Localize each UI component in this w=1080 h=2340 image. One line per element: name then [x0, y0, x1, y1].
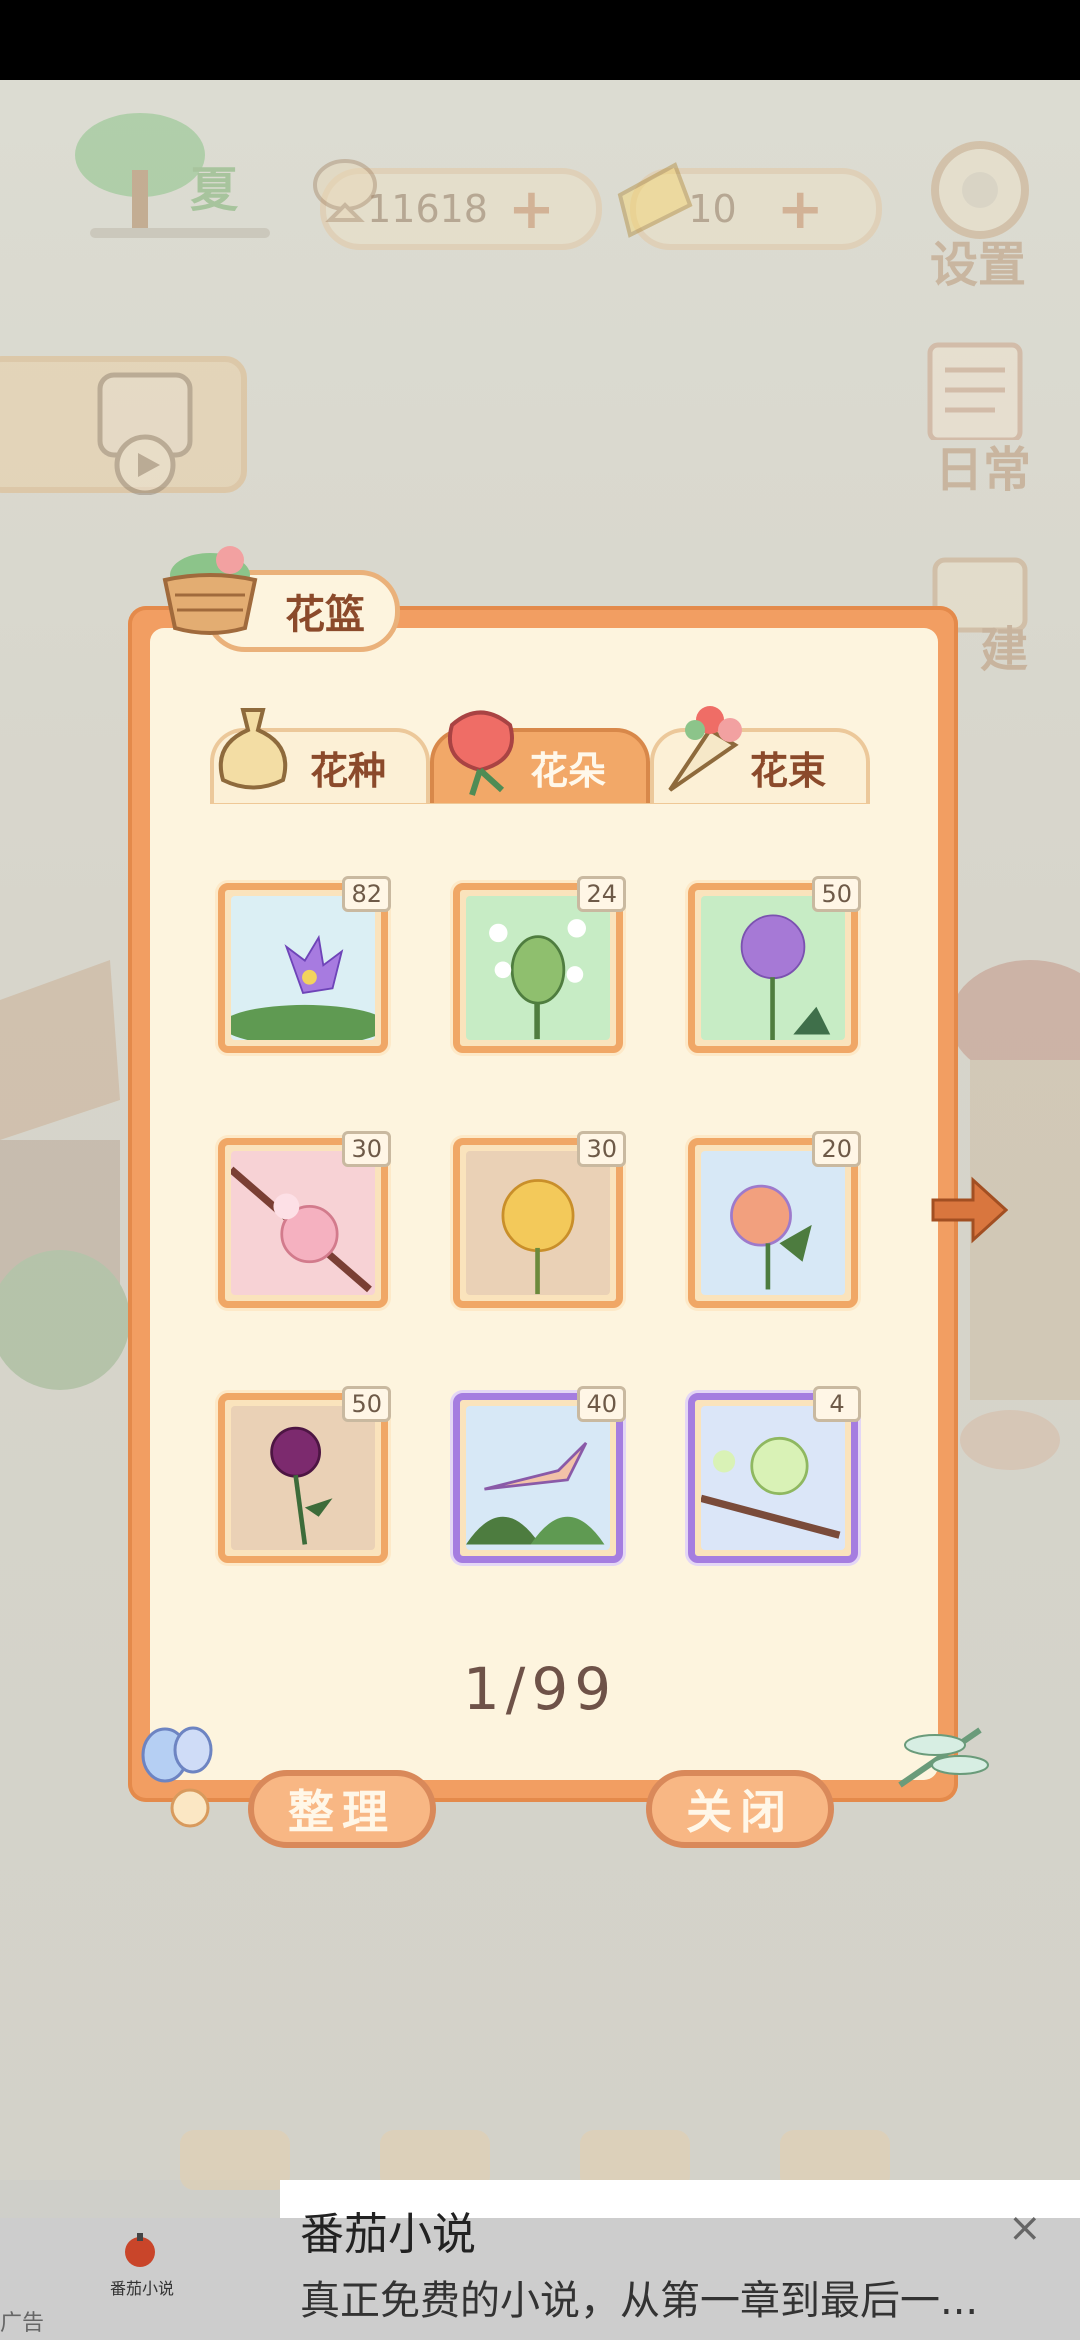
status-bar	[0, 0, 1080, 80]
daily-button[interactable]: 日常	[915, 340, 1045, 498]
basket-icon	[155, 530, 265, 640]
ad-description[interactable]: 真正免费的小说，从第一章到最后一...	[300, 2268, 978, 2326]
cheese-icon	[615, 155, 695, 245]
flower-slot-golden-chrysanthemum[interactable]: 30	[453, 1131, 626, 1308]
flower-slot-allium[interactable]: 50	[688, 876, 861, 1053]
tomato-logo-icon	[120, 2230, 160, 2270]
close-button[interactable]: 关闭	[646, 1770, 834, 1848]
cheese-count: 10	[688, 187, 737, 231]
scenery-left	[0, 900, 130, 1600]
seed-bag-icon	[208, 695, 298, 795]
flower-count-badge: 30	[577, 1131, 626, 1167]
ad-logo-label: 番茄小说	[110, 2279, 175, 2298]
golden-chrysanthemum-icon	[466, 1151, 610, 1295]
water-lily-icon	[231, 896, 375, 1040]
flower-count-badge: 50	[342, 1386, 391, 1422]
flower-slot-water-lily[interactable]: 82	[218, 876, 391, 1053]
settings-button[interactable]: 设置	[920, 135, 1040, 293]
flower-slot-pink-camellia[interactable]: 30	[218, 1131, 391, 1308]
next-page-arrow-icon[interactable]	[928, 1170, 1009, 1250]
purple-rose-icon	[231, 1406, 375, 1550]
pink-camellia-icon	[231, 1151, 375, 1295]
add-fish-button[interactable]: +	[508, 177, 555, 242]
flower-slot-purple-rose[interactable]: 50	[218, 1386, 391, 1563]
allium-icon	[701, 896, 845, 1040]
page-indicator: 1/99	[462, 1655, 618, 1723]
fishbone-icon	[310, 150, 380, 240]
bouquet-icon	[655, 690, 755, 800]
tab-bouquets-label: 花束	[749, 749, 826, 793]
ad-tag: 广告	[0, 2311, 45, 2336]
flower-count-badge: 4	[813, 1386, 861, 1422]
dragonfly-icon	[890, 1715, 1000, 1795]
sort-button[interactable]: 整理	[248, 1770, 436, 1848]
flower-slot-rainbow-rose[interactable]: 20	[688, 1131, 861, 1308]
flower-count-badge: 82	[342, 876, 391, 912]
green-plum-blossom-icon	[701, 1406, 845, 1550]
season-widget[interactable]: 夏	[40, 110, 270, 240]
daily-label: 日常	[935, 442, 1032, 498]
ad-close-icon[interactable]: ×	[1008, 2205, 1042, 2251]
video-play-icon[interactable]	[90, 365, 200, 496]
ad-title[interactable]: 番茄小说	[300, 2198, 476, 2262]
settings-label: 设置	[930, 237, 1027, 293]
flower-count-badge: 40	[577, 1386, 626, 1422]
rose-icon	[432, 700, 527, 800]
rainbow-rose-icon	[701, 1151, 845, 1295]
flower-slot-artichoke-flower[interactable]: 24	[453, 876, 626, 1053]
sort-button-label: 整理	[288, 1785, 396, 1839]
artichoke-flower-icon	[466, 896, 610, 1040]
clipboard-icon	[927, 342, 1023, 443]
flower-slot-bird-of-paradise[interactable]: 40	[453, 1386, 626, 1563]
bird-of-paradise-icon	[466, 1406, 610, 1550]
dialog-title: 花篮	[285, 592, 365, 638]
flower-count-badge: 24	[577, 876, 626, 912]
tab-seeds-label: 花种	[309, 749, 386, 793]
tab-flowers-label: 花朵	[529, 749, 606, 793]
add-cheese-button[interactable]: +	[777, 177, 824, 242]
build-label: 建	[980, 622, 1029, 678]
flower-count-badge: 50	[812, 876, 861, 912]
flower-slot-green-plum-blossom[interactable]: 4	[688, 1386, 861, 1563]
flower-count-badge: 30	[342, 1131, 391, 1167]
close-button-label: 关闭	[686, 1785, 794, 1839]
fish-count: 11618	[367, 187, 488, 231]
flower-count-badge: 20	[812, 1131, 861, 1167]
season-label: 夏	[190, 162, 239, 218]
butterfly-icon	[135, 1720, 225, 1830]
